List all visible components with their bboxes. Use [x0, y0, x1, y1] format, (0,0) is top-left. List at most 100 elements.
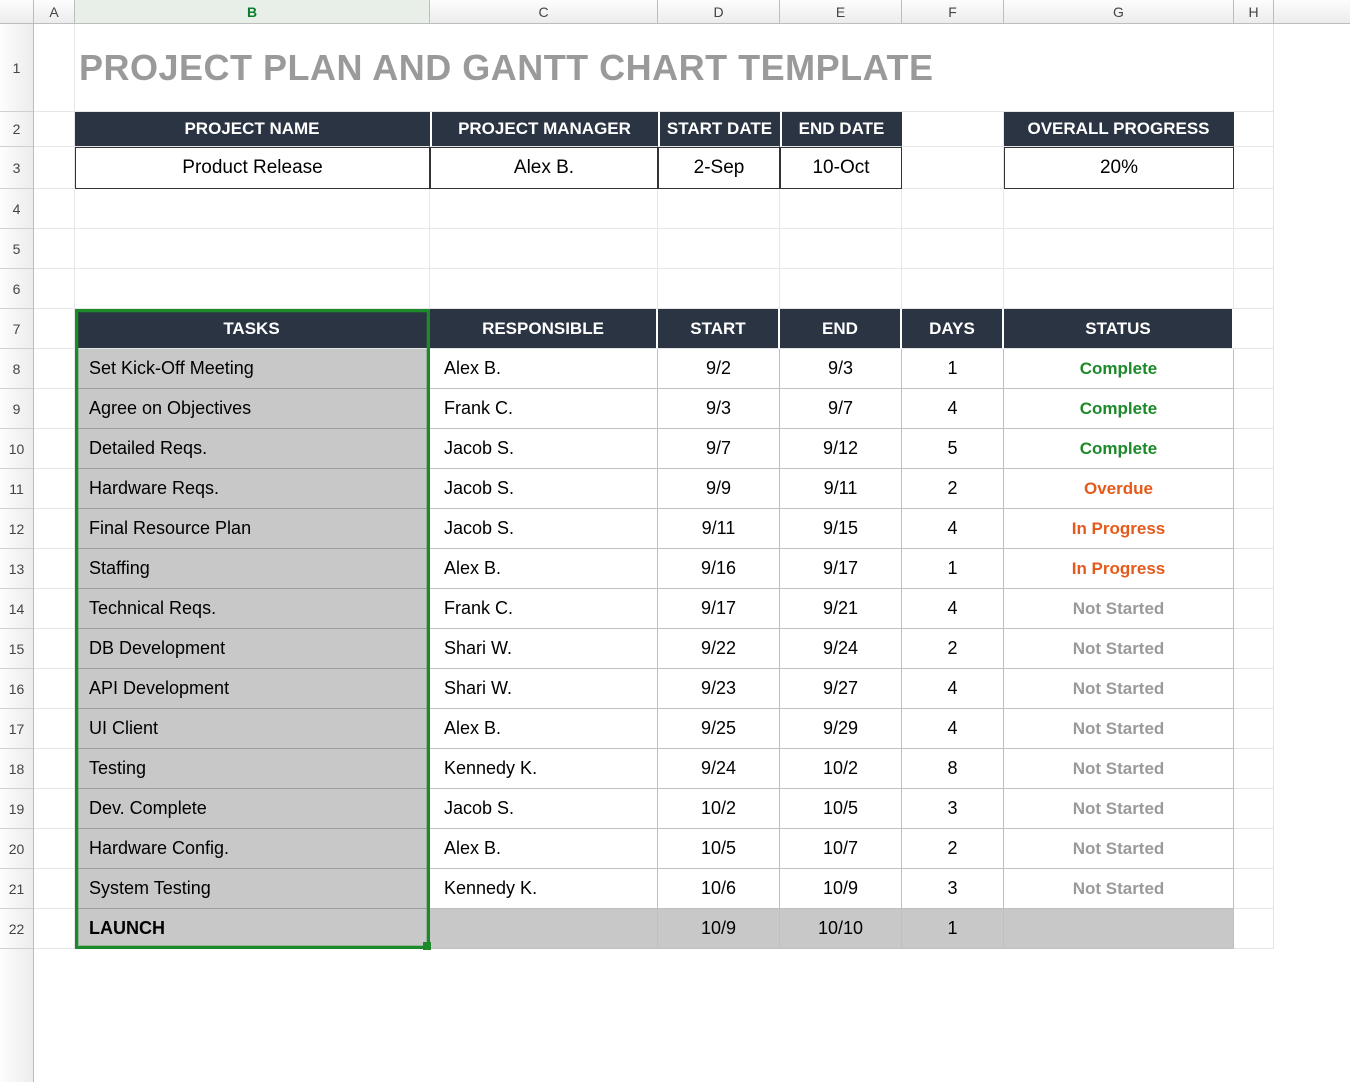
row-header-3[interactable]: 3 [0, 147, 33, 189]
cell-A9[interactable] [34, 389, 75, 429]
task-status-cell[interactable]: In Progress [1004, 549, 1234, 589]
task-status-cell[interactable] [1004, 909, 1234, 949]
cell-A8[interactable] [34, 349, 75, 389]
task-responsible-cell[interactable]: Jacob S. [430, 469, 658, 509]
task-days-cell[interactable]: 2 [902, 829, 1004, 869]
task-start-cell[interactable]: 9/2 [658, 349, 780, 389]
cell-H12[interactable] [1234, 509, 1274, 549]
row-header-5[interactable]: 5 [0, 229, 33, 269]
task-start-cell[interactable]: 9/3 [658, 389, 780, 429]
task-name-cell[interactable]: Staffing [75, 549, 430, 589]
cell-A3[interactable] [34, 147, 75, 189]
th-start[interactable]: START [658, 309, 780, 349]
task-name-cell[interactable]: LAUNCH [75, 909, 430, 949]
row-header-14[interactable]: 14 [0, 589, 33, 629]
cell-A17[interactable] [34, 709, 75, 749]
task-days-cell[interactable]: 5 [902, 429, 1004, 469]
cell-A1[interactable] [34, 24, 75, 112]
task-days-cell[interactable]: 2 [902, 629, 1004, 669]
row-header-16[interactable]: 16 [0, 669, 33, 709]
task-status-cell[interactable]: Not Started [1004, 749, 1234, 789]
task-end-cell[interactable]: 10/10 [780, 909, 902, 949]
task-days-cell[interactable]: 1 [902, 549, 1004, 589]
cell-H14[interactable] [1234, 589, 1274, 629]
col-header-D[interactable]: D [658, 0, 780, 23]
cell-E5[interactable] [780, 229, 902, 269]
task-name-cell[interactable]: Detailed Reqs. [75, 429, 430, 469]
task-end-cell[interactable]: 10/2 [780, 749, 902, 789]
cell-A4[interactable] [34, 189, 75, 229]
task-end-cell[interactable]: 9/12 [780, 429, 902, 469]
task-responsible-cell[interactable]: Alex B. [430, 549, 658, 589]
task-name-cell[interactable]: Set Kick-Off Meeting [75, 349, 430, 389]
row-header-7[interactable]: 7 [0, 309, 33, 349]
task-start-cell[interactable]: 10/9 [658, 909, 780, 949]
task-name-cell[interactable]: UI Client [75, 709, 430, 749]
cell-H10[interactable] [1234, 429, 1274, 469]
cell-E4[interactable] [780, 189, 902, 229]
task-days-cell[interactable]: 4 [902, 669, 1004, 709]
cell-A16[interactable] [34, 669, 75, 709]
task-end-cell[interactable]: 9/15 [780, 509, 902, 549]
row-header-20[interactable]: 20 [0, 829, 33, 869]
value-overall-progress[interactable]: 20% [1004, 147, 1234, 189]
header-overall-progress[interactable]: OVERALL PROGRESS [1004, 112, 1234, 147]
cell-B4[interactable] [75, 189, 430, 229]
th-status[interactable]: STATUS [1004, 309, 1234, 349]
cell-H5[interactable] [1234, 229, 1274, 269]
task-days-cell[interactable]: 4 [902, 389, 1004, 429]
task-status-cell[interactable]: Not Started [1004, 789, 1234, 829]
header-start-date[interactable]: START DATE [658, 112, 780, 147]
task-responsible-cell[interactable] [430, 909, 658, 949]
cell-G6[interactable] [1004, 269, 1234, 309]
task-status-cell[interactable]: Not Started [1004, 709, 1234, 749]
cell-H7[interactable] [1234, 309, 1274, 349]
task-name-cell[interactable]: Final Resource Plan [75, 509, 430, 549]
task-days-cell[interactable]: 8 [902, 749, 1004, 789]
task-responsible-cell[interactable]: Jacob S. [430, 429, 658, 469]
task-responsible-cell[interactable]: Alex B. [430, 829, 658, 869]
select-all-corner[interactable] [0, 0, 34, 23]
task-days-cell[interactable]: 1 [902, 349, 1004, 389]
task-name-cell[interactable]: API Development [75, 669, 430, 709]
task-status-cell[interactable]: In Progress [1004, 509, 1234, 549]
cell-A20[interactable] [34, 829, 75, 869]
cell-F6[interactable] [902, 269, 1004, 309]
task-start-cell[interactable]: 9/17 [658, 589, 780, 629]
task-start-cell[interactable]: 9/7 [658, 429, 780, 469]
task-end-cell[interactable]: 9/21 [780, 589, 902, 629]
cell-C4[interactable] [430, 189, 658, 229]
page-title[interactable]: PROJECT PLAN AND GANTT CHART TEMPLATE [75, 24, 1234, 112]
row-header-19[interactable]: 19 [0, 789, 33, 829]
row-header-2[interactable]: 2 [0, 112, 33, 147]
task-end-cell[interactable]: 9/3 [780, 349, 902, 389]
row-header-6[interactable]: 6 [0, 269, 33, 309]
task-days-cell[interactable]: 3 [902, 869, 1004, 909]
cell-H9[interactable] [1234, 389, 1274, 429]
row-header-11[interactable]: 11 [0, 469, 33, 509]
value-start-date[interactable]: 2-Sep [658, 147, 780, 189]
col-header-G[interactable]: G [1004, 0, 1234, 23]
cell-H4[interactable] [1234, 189, 1274, 229]
task-start-cell[interactable]: 9/11 [658, 509, 780, 549]
task-start-cell[interactable]: 9/24 [658, 749, 780, 789]
col-header-F[interactable]: F [902, 0, 1004, 23]
cell-H11[interactable] [1234, 469, 1274, 509]
task-name-cell[interactable]: Agree on Objectives [75, 389, 430, 429]
cell-A14[interactable] [34, 589, 75, 629]
cell-A6[interactable] [34, 269, 75, 309]
header-end-date[interactable]: END DATE [780, 112, 902, 147]
value-project-manager[interactable]: Alex B. [430, 147, 658, 189]
task-name-cell[interactable]: Technical Reqs. [75, 589, 430, 629]
cell-F5[interactable] [902, 229, 1004, 269]
task-start-cell[interactable]: 9/16 [658, 549, 780, 589]
cell-A7[interactable] [34, 309, 75, 349]
task-status-cell[interactable]: Complete [1004, 349, 1234, 389]
task-responsible-cell[interactable]: Frank C. [430, 589, 658, 629]
value-project-name[interactable]: Product Release [75, 147, 430, 189]
task-responsible-cell[interactable]: Jacob S. [430, 789, 658, 829]
task-responsible-cell[interactable]: Alex B. [430, 349, 658, 389]
row-header-22[interactable]: 22 [0, 909, 33, 949]
cell-H15[interactable] [1234, 629, 1274, 669]
cell-F4[interactable] [902, 189, 1004, 229]
